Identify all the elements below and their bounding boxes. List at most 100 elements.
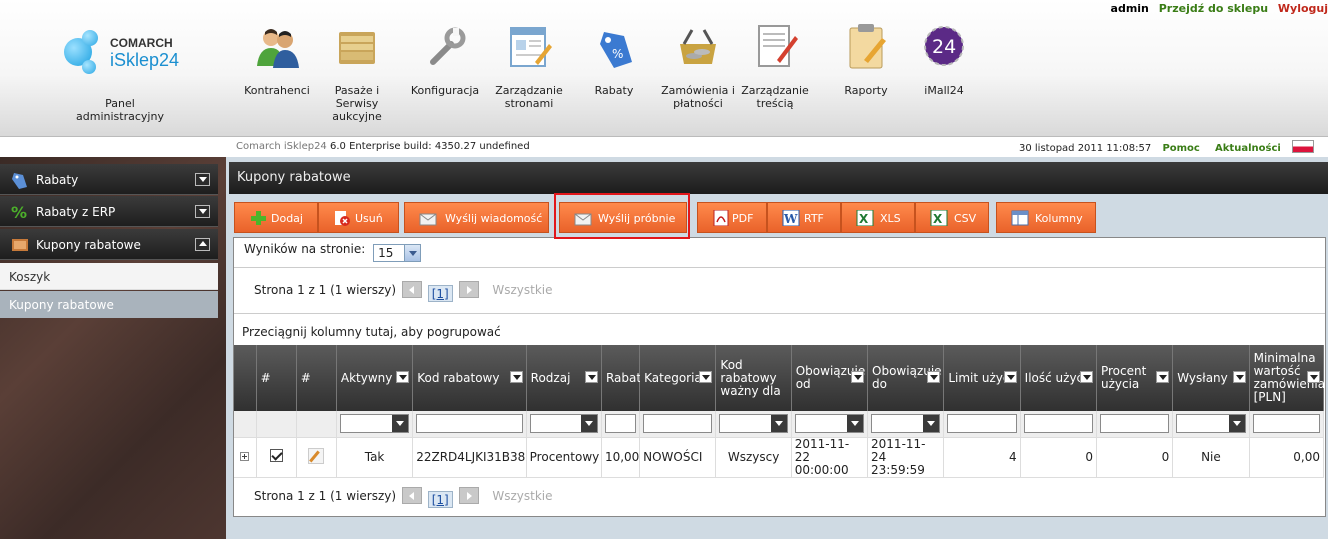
column-menu-icon[interactable] <box>509 371 523 383</box>
export-xls-button[interactable]: X XLS <box>841 202 915 233</box>
delete-button[interactable]: Usuń <box>318 202 399 233</box>
column-header[interactable]: # <box>296 345 337 411</box>
per-page-select[interactable]: 15 <box>373 244 422 262</box>
show-all-link[interactable]: Wszystkie <box>492 489 552 503</box>
filter-percent-input[interactable] <box>1099 414 1170 434</box>
columns-button[interactable]: Kolumny <box>996 202 1096 233</box>
nav-imall24[interactable]: 24 iMall24 <box>904 22 984 97</box>
column-header[interactable]: Obowiązuje od <box>791 345 869 411</box>
column-menu-icon[interactable] <box>699 371 713 383</box>
column-header[interactable]: # <box>256 345 297 411</box>
nav-pages[interactable]: Zarządzanie stronami <box>489 22 569 110</box>
nav-contractors[interactable]: Kontrahenci <box>237 22 317 97</box>
filter-active-select[interactable] <box>339 414 410 434</box>
export-csv-button[interactable]: X CSV <box>915 202 989 233</box>
current-page-link[interactable]: [1] <box>427 285 453 302</box>
column-header[interactable]: Limit użyć <box>943 345 1021 411</box>
nav-auctions[interactable]: Pasaże i Serwisy aukcyjne <box>317 22 397 123</box>
column-menu-icon[interactable] <box>1307 371 1320 383</box>
column-header[interactable]: Aktywny <box>336 345 414 411</box>
nav-reports[interactable]: Raporty <box>826 22 906 97</box>
column-header[interactable]: Procent użycia <box>1096 345 1174 411</box>
nav-discounts[interactable]: % Rabaty <box>574 22 654 97</box>
cell-valid-for: Wszyscy <box>715 437 792 478</box>
column-header[interactable]: Wysłany <box>1172 345 1250 411</box>
comarch-logo[interactable]: COMARCH iSklep24 <box>60 26 190 86</box>
chevron-down-icon <box>923 415 940 433</box>
export-rtf-button[interactable]: W RTF <box>767 202 841 233</box>
prev-page-button[interactable] <box>401 487 422 504</box>
column-header[interactable]: Obowiązuje do <box>867 345 945 411</box>
show-all-link[interactable]: Wszystkie <box>492 283 552 297</box>
table-row[interactable]: Tak 22ZRD4LJKI31B38 Procentowy 10,00 NOW… <box>234 437 1325 478</box>
filter-to-date-select[interactable] <box>871 414 941 434</box>
nav-label: Konfiguracja <box>410 84 480 97</box>
sidebar-item-coupons[interactable]: Kupony rabatowe <box>0 291 218 318</box>
word-icon: W <box>782 209 800 227</box>
coupon-icon <box>10 236 30 254</box>
column-menu-icon[interactable] <box>1156 371 1170 383</box>
go-to-shop-link[interactable]: Przejdź do sklepu <box>1159 2 1268 15</box>
next-page-button[interactable] <box>458 487 479 504</box>
send-message-button[interactable]: Wyślij wiadomość <box>404 202 549 233</box>
filter-discount-input[interactable] <box>604 414 637 434</box>
filter-limit-input[interactable] <box>947 414 1017 434</box>
sidebar-item-cart[interactable]: Koszyk <box>0 263 218 290</box>
column-menu-icon[interactable] <box>584 371 598 383</box>
expand-row-icon[interactable] <box>240 452 250 461</box>
filter-uses-input[interactable] <box>1023 414 1093 434</box>
expand-column-header <box>234 345 257 411</box>
pages-icon <box>505 22 553 70</box>
nav-content[interactable]: Zarządzanie treścią <box>735 22 815 110</box>
cell-sent: Nie <box>1172 437 1250 478</box>
excel-icon: X <box>856 209 874 227</box>
column-menu-icon[interactable] <box>396 371 410 383</box>
column-header[interactable]: Rodzaj <box>526 345 602 411</box>
prev-page-button[interactable] <box>401 281 422 298</box>
column-menu-icon[interactable] <box>1232 371 1246 383</box>
column-header[interactable]: Ilość użyć <box>1020 345 1097 411</box>
column-header[interactable]: Minimalna wartość zamówienia [PLN] <box>1249 345 1325 411</box>
filter-valid-for-select[interactable] <box>719 414 788 434</box>
column-menu-icon[interactable] <box>1079 371 1093 383</box>
logout-link[interactable]: Wyloguj <box>1278 2 1328 15</box>
edit-icon[interactable] <box>308 447 325 464</box>
row-checkbox[interactable] <box>269 449 283 462</box>
next-page-button[interactable] <box>458 281 479 298</box>
filter-min-value-input[interactable] <box>1252 414 1320 434</box>
filter-type-select[interactable] <box>529 414 598 434</box>
datetime: 30 listopad 2011 11:08:57 <box>1018 143 1152 154</box>
news-link[interactable]: Aktualności <box>1215 143 1281 154</box>
nav-configuration[interactable]: Konfiguracja <box>405 22 485 97</box>
nav-label: Zarządzanie stronami <box>495 84 563 110</box>
filter-sent-select[interactable] <box>1176 414 1246 434</box>
collapse-icon[interactable] <box>195 238 210 251</box>
group-by-area[interactable]: Przeciągnij kolumny tutaj, aby pogrupowa… <box>242 325 501 339</box>
add-button[interactable]: Dodaj <box>234 202 318 233</box>
language-flag-icon[interactable] <box>1292 140 1314 153</box>
help-link[interactable]: Pomoc <box>1162 143 1199 154</box>
column-header[interactable]: Kod rabatowy ważny dla <box>715 345 792 411</box>
expand-icon[interactable] <box>195 205 210 218</box>
filter-category-input[interactable] <box>643 414 713 434</box>
column-header[interactable]: Kod rabatowy <box>412 345 527 411</box>
cell-uses: 0 <box>1020 437 1097 478</box>
filter-from-date-select[interactable] <box>794 414 865 434</box>
column-header[interactable]: Rabat <box>601 345 641 411</box>
pager-bottom: Strona 1 z 1 (1 wierszy) [1] Wszystkie <box>254 487 553 508</box>
column-menu-icon[interactable] <box>851 371 865 383</box>
sidebar-section-discounts[interactable]: Rabaty <box>0 164 218 195</box>
discount-tag-icon <box>10 171 30 189</box>
sidebar-section-erp-discounts[interactable]: % Rabaty z ERP <box>0 196 218 227</box>
column-menu-icon[interactable] <box>1003 371 1017 383</box>
cell-category: NOWOŚCI <box>639 437 717 478</box>
nav-orders[interactable]: Zamówienia i płatności <box>658 22 738 110</box>
sidebar-section-coupons[interactable]: Kupony rabatowe <box>0 229 218 260</box>
expand-icon[interactable] <box>195 173 210 186</box>
nav-label: Rabaty <box>594 84 634 97</box>
column-menu-icon[interactable] <box>927 371 941 383</box>
filter-code-input[interactable] <box>416 414 523 434</box>
export-pdf-button[interactable]: PDF <box>697 202 767 233</box>
current-page-link[interactable]: [1] <box>427 491 453 508</box>
column-header[interactable]: Kategoria <box>639 345 717 411</box>
